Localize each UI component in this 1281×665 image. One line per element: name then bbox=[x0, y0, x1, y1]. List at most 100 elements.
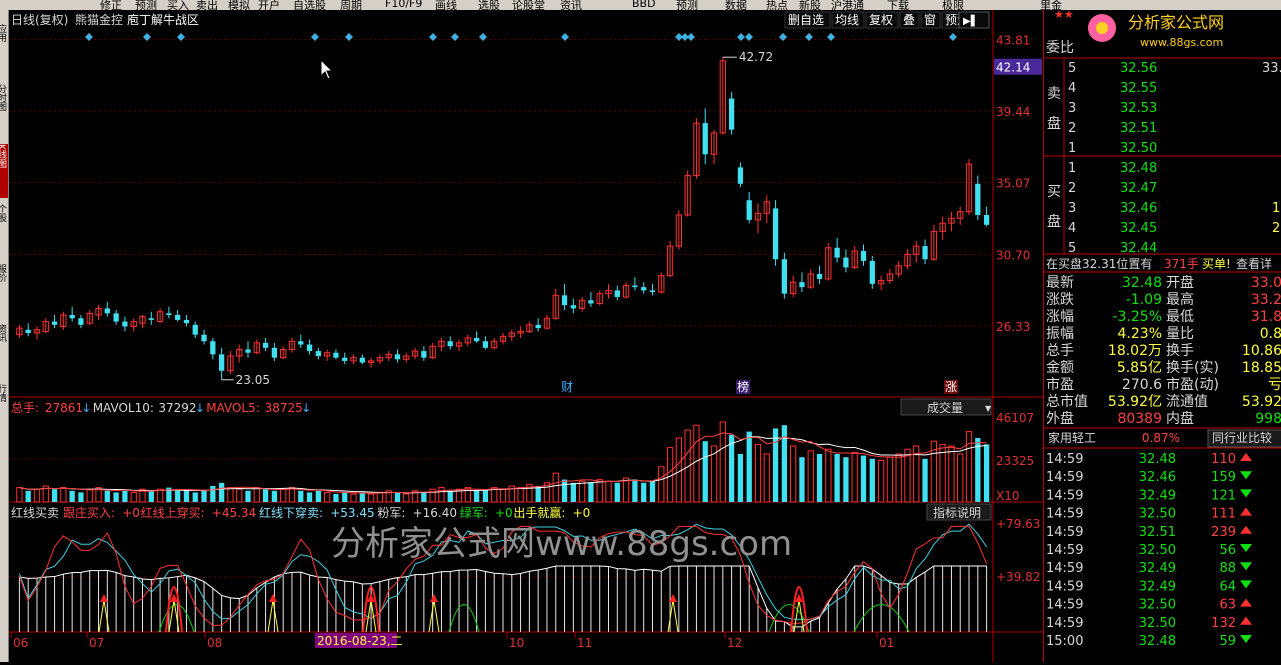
stat-value: -3.25% bbox=[1112, 309, 1162, 325]
volume-bar bbox=[16, 487, 23, 503]
indicator-yellow-spike bbox=[428, 599, 440, 633]
candle-body bbox=[333, 352, 339, 358]
indicator-legend-5: 红线下穿卖: bbox=[259, 505, 323, 520]
left-tab-5[interactable]: 资讯 bbox=[0, 324, 8, 378]
stat-value: 80389 bbox=[1117, 411, 1162, 427]
sell-level: 5 bbox=[1068, 61, 1076, 76]
sell-side-label: 盘 bbox=[1047, 115, 1061, 132]
left-tab-4[interactable]: 报价 bbox=[0, 264, 8, 318]
volume-dropdown-label: 成交量 bbox=[927, 400, 963, 415]
indicator-yellow-spike bbox=[267, 599, 279, 633]
tick-price: 32.50 bbox=[1139, 598, 1176, 613]
tick-time: 14:59 bbox=[1046, 507, 1083, 522]
stat-value2: 31.8 bbox=[1251, 309, 1281, 325]
volume-bar bbox=[886, 456, 894, 503]
volume-legend-5: ↓ bbox=[195, 401, 205, 415]
volume-bar bbox=[421, 492, 427, 502]
header-button-3[interactable]: 叠 bbox=[903, 13, 915, 27]
volume-legend-4: 37292 bbox=[158, 401, 196, 415]
candle-body bbox=[799, 282, 805, 288]
stat-key2: 流通值 bbox=[1166, 394, 1208, 410]
volume-bar bbox=[25, 490, 31, 502]
volume-bar bbox=[438, 487, 445, 503]
candle-body bbox=[69, 315, 75, 319]
chart-area[interactable]: 日线(复权) 熊猫金控 庖丁解牛战区 删自选 均线 复权叠窗预测 ▶▌ 43.81 39.44 3… bbox=[9, 10, 1043, 662]
high-annotation: 42.72 bbox=[739, 50, 773, 64]
indicator-green-hump bbox=[448, 604, 480, 633]
header-button-1[interactable]: 均线 bbox=[835, 13, 859, 27]
stat-key: 金额 bbox=[1046, 360, 1074, 376]
buy-vol-partial: 2 bbox=[1272, 221, 1280, 236]
candle-body bbox=[975, 183, 981, 215]
volume-bar bbox=[816, 454, 823, 502]
notice-link[interactable]: 查看详 bbox=[1236, 256, 1272, 271]
signal-diamond-icon bbox=[737, 33, 745, 41]
volume-bar bbox=[535, 486, 541, 502]
indicator-axis-mid: +39.82 bbox=[996, 570, 1040, 584]
stat-value: 270.6 bbox=[1122, 377, 1162, 393]
tick-down-arrow-icon bbox=[1240, 635, 1252, 643]
volume-bar bbox=[965, 431, 973, 503]
volume-bar bbox=[499, 488, 507, 503]
menu-item-13[interactable]: BBD bbox=[632, 0, 656, 10]
notice-vol: 371手 bbox=[1164, 257, 1199, 271]
candle-body bbox=[359, 357, 365, 363]
buy-price: 32.46 bbox=[1120, 201, 1157, 216]
volume-bar bbox=[104, 490, 110, 502]
tick-time: 14:59 bbox=[1046, 561, 1083, 576]
tick-volume: 59 bbox=[1219, 634, 1236, 649]
candle-body bbox=[641, 287, 647, 291]
tick-volume: 111 bbox=[1211, 507, 1236, 522]
tick-time: 14:59 bbox=[1046, 452, 1083, 467]
menu-item-8[interactable]: F10/F9 bbox=[385, 0, 422, 10]
header-button-0[interactable]: 删自选 bbox=[788, 13, 824, 27]
candle-body bbox=[51, 321, 58, 325]
tick-time: 15:00 bbox=[1046, 634, 1083, 649]
volume-bar bbox=[288, 487, 296, 503]
candle-body bbox=[588, 300, 594, 304]
tick-price: 32.49 bbox=[1139, 561, 1176, 576]
buy-level: 5 bbox=[1068, 241, 1076, 256]
candle-body bbox=[122, 321, 128, 327]
tick-price: 32.50 bbox=[1139, 507, 1176, 522]
header-button-2[interactable]: 复权 bbox=[869, 13, 893, 27]
buy-side-label: 买 bbox=[1047, 184, 1061, 200]
volume-bar bbox=[324, 491, 331, 503]
left-tab-2[interactable]: K线图 bbox=[0, 144, 8, 198]
volume-bar bbox=[772, 428, 779, 502]
sell-vol-partial: 33.0 bbox=[1262, 61, 1281, 76]
industry-name: 家用轻工 bbox=[1048, 430, 1096, 445]
tick-time: 14:59 bbox=[1046, 579, 1083, 594]
volume-bar bbox=[271, 490, 278, 502]
quote-sidebar: ★★ 分析家公式网 www.88gs.com 委比卖盘买盘 5 32.56 4 32.55 3 3… bbox=[1043, 0, 1281, 662]
candle-body bbox=[728, 98, 735, 130]
left-tab-6[interactable]: 行情 bbox=[0, 384, 8, 438]
tick-time: 14:59 bbox=[1046, 525, 1083, 540]
candle-body bbox=[632, 285, 638, 288]
stat-key2: 换手(实) bbox=[1166, 359, 1219, 376]
indicator-legend-3: 红线上穿买: bbox=[141, 505, 205, 520]
volume-bar bbox=[904, 448, 911, 503]
left-tab-3[interactable]: 个股 bbox=[0, 204, 8, 258]
left-tab-1[interactable]: 分时图 bbox=[0, 84, 8, 138]
candle-body bbox=[201, 334, 207, 342]
volume-bar bbox=[69, 490, 75, 502]
price-label: 39.44 bbox=[996, 105, 1030, 119]
volume-bar bbox=[122, 490, 128, 502]
tick-volume: 64 bbox=[1219, 579, 1236, 594]
volume-bar bbox=[552, 472, 559, 503]
chart-canvas[interactable]: 日线(复权) 熊猫金控 庖丁解牛战区 删自选 均线 复权叠窗预测▶▌43.8139.443… bbox=[9, 10, 1043, 662]
volume-bar bbox=[614, 482, 620, 502]
stat-value2: 998 bbox=[1255, 411, 1281, 427]
signal-diamond-icon bbox=[311, 33, 319, 41]
candle-body bbox=[869, 260, 875, 284]
volume-bar bbox=[851, 451, 858, 503]
header-button-4[interactable]: 窗 bbox=[924, 13, 936, 27]
volume-axis-top: 46107 bbox=[996, 411, 1034, 425]
price-label: 26.33 bbox=[996, 320, 1030, 334]
left-tab-0[interactable]: 应用 bbox=[0, 24, 8, 78]
tick-price: 32.48 bbox=[1139, 634, 1176, 649]
volume-bar bbox=[693, 424, 700, 503]
stat-key2: 市盈(动) bbox=[1166, 376, 1219, 393]
tick-volume: 121 bbox=[1211, 488, 1236, 503]
